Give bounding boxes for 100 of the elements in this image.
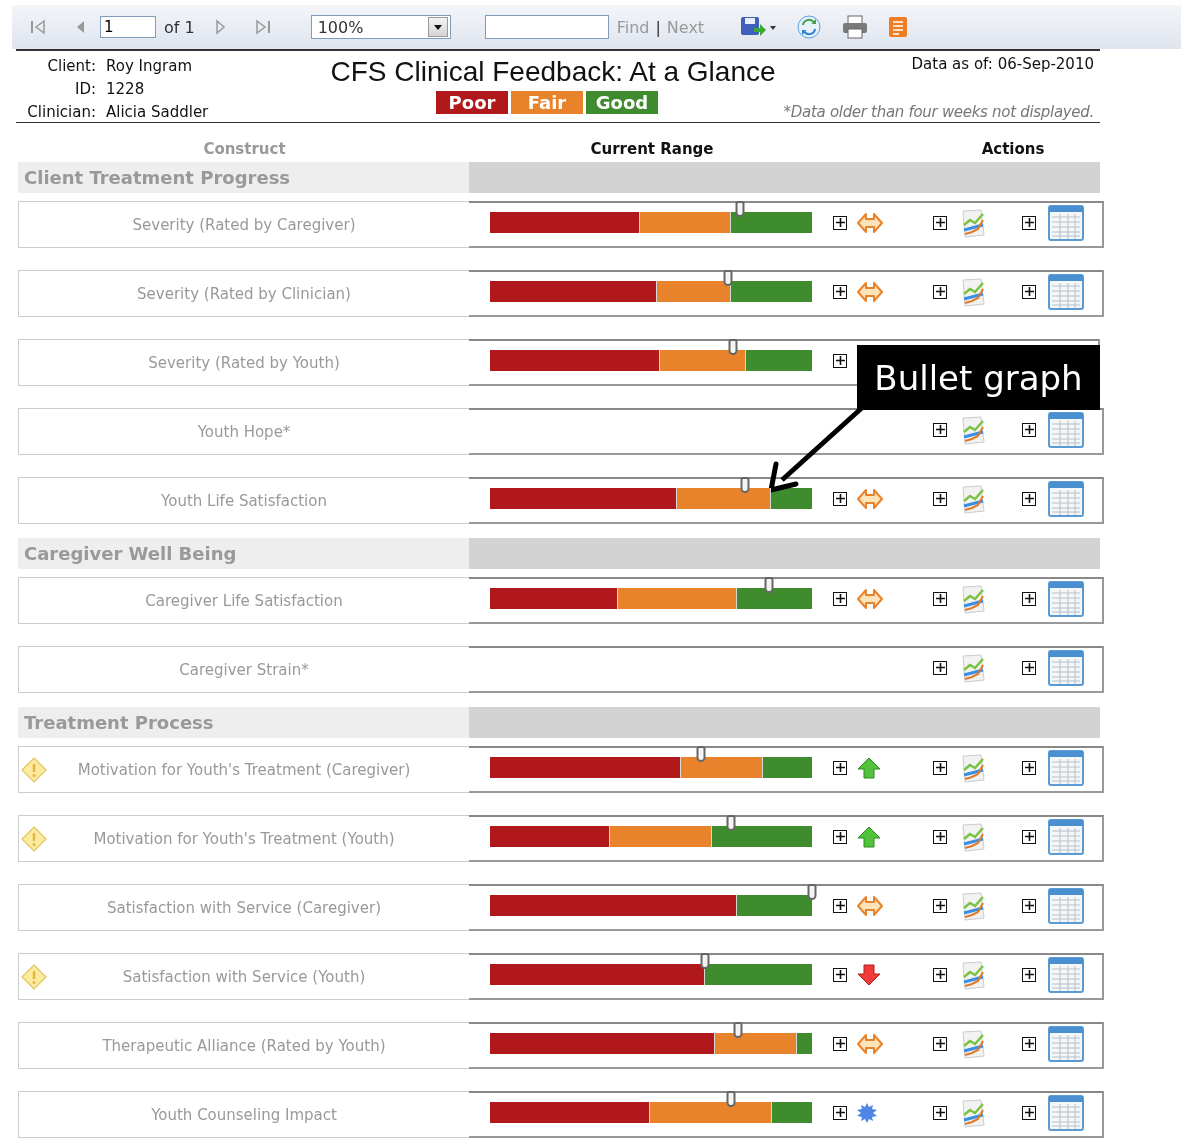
expand-toggle[interactable]: [933, 898, 947, 913]
table-icon[interactable]: [1048, 411, 1084, 448]
field-label: Clinician:: [26, 102, 96, 123]
construct-name: Severity (Rated by Caregiver): [131, 215, 357, 234]
chart-icon[interactable]: [959, 821, 987, 852]
expand-toggle[interactable]: [1022, 898, 1036, 913]
double-arrow-icon: [857, 280, 883, 303]
expand-toggle[interactable]: [1022, 1105, 1036, 1120]
expand-toggle[interactable]: [1022, 591, 1036, 606]
chart-icon[interactable]: [959, 890, 987, 921]
legend-chip: Poor: [436, 91, 508, 114]
construct-name: Therapeutic Alliance (Rated by Youth): [101, 1036, 387, 1055]
table-icon[interactable]: [1048, 956, 1084, 993]
expand-toggle[interactable]: [833, 215, 847, 230]
expand-toggle[interactable]: [933, 760, 947, 775]
page-field[interactable]: 1: [100, 16, 156, 38]
table-icon[interactable]: [1048, 580, 1084, 617]
construct-name: Caregiver Life Satisfaction: [144, 591, 344, 610]
field-value: Alicia Saddler: [106, 102, 210, 123]
expand-toggle[interactable]: [1022, 491, 1036, 506]
expand-toggle[interactable]: [1022, 1036, 1036, 1051]
table-icon[interactable]: [1048, 273, 1084, 310]
expand-toggle[interactable]: [833, 760, 847, 775]
data-date: Data as of: 06-Sep-2010: [911, 55, 1094, 73]
construct-name: Youth Life Satisfaction: [160, 491, 328, 510]
starburst-icon: [857, 1102, 877, 1123]
table-icon[interactable]: [1048, 649, 1084, 686]
table-icon[interactable]: [1048, 1094, 1084, 1131]
section-title: Treatment Process: [18, 707, 469, 738]
refresh-icon[interactable]: [796, 17, 823, 37]
expand-toggle[interactable]: [1022, 829, 1036, 844]
construct-name: Motivation for Youth's Treatment (Youth): [92, 829, 396, 848]
table-icon[interactable]: [1048, 1025, 1084, 1062]
column-header: Current Range: [589, 139, 715, 160]
callout-label: Bullet graph: [857, 345, 1100, 410]
expand-toggle[interactable]: [1022, 422, 1036, 437]
down-arrow-icon: [857, 963, 881, 986]
chart-icon[interactable]: [959, 583, 987, 614]
table-icon[interactable]: [1048, 480, 1084, 517]
construct-name: Satisfaction with Service (Youth): [121, 967, 367, 986]
expand-toggle[interactable]: [933, 829, 947, 844]
table-icon[interactable]: [1048, 818, 1084, 855]
expand-toggle[interactable]: [933, 215, 947, 230]
expand-toggle[interactable]: [833, 491, 847, 506]
expand-toggle[interactable]: [833, 898, 847, 913]
expand-toggle[interactable]: [933, 491, 947, 506]
legend-chip: Good: [586, 91, 658, 114]
chart-icon[interactable]: [959, 959, 987, 990]
expand-toggle[interactable]: [933, 1105, 947, 1120]
expand-toggle[interactable]: [833, 284, 847, 299]
column-header: Actions: [980, 139, 1046, 160]
construct-name: Severity (Rated by Youth): [147, 353, 341, 372]
chart-icon[interactable]: [959, 652, 987, 683]
double-arrow-icon: [857, 487, 883, 510]
expand-toggle[interactable]: [933, 660, 947, 675]
expand-toggle[interactable]: [1022, 967, 1036, 982]
construct-name: Severity (Rated by Clinician): [136, 284, 352, 303]
print-icon[interactable]: [842, 17, 869, 37]
chart-icon[interactable]: [959, 752, 987, 783]
field-label: Client:: [46, 56, 96, 77]
table-icon[interactable]: [1048, 749, 1084, 786]
table-icon[interactable]: [1048, 204, 1084, 241]
double-arrow-icon: [857, 587, 883, 610]
double-arrow-icon: [857, 211, 883, 234]
chart-icon[interactable]: [959, 276, 987, 307]
field-value: 1228: [106, 79, 146, 100]
chart-icon[interactable]: [959, 483, 987, 514]
expand-toggle[interactable]: [933, 284, 947, 299]
expand-toggle[interactable]: [833, 1105, 847, 1120]
dropdown-caret-icon[interactable]: [427, 17, 448, 37]
expand-toggle[interactable]: [1022, 760, 1036, 775]
section-title: Client Treatment Progress: [18, 162, 469, 193]
table-icon[interactable]: [1048, 887, 1084, 924]
up-arrow-icon: [857, 756, 881, 779]
chart-icon[interactable]: [959, 1028, 987, 1059]
page-count: of 1: [164, 17, 195, 37]
expand-toggle[interactable]: [833, 1036, 847, 1051]
chart-icon[interactable]: [959, 414, 987, 445]
expand-toggle[interactable]: [933, 1036, 947, 1051]
chart-icon[interactable]: [959, 1097, 987, 1128]
construct-name: Satisfaction with Service (Caregiver): [106, 898, 382, 917]
construct-name: Caregiver Strain*: [178, 660, 310, 679]
expand-toggle[interactable]: [833, 829, 847, 844]
construct-name: Youth Counseling Impact: [150, 1105, 338, 1124]
expand-toggle[interactable]: [1022, 284, 1036, 299]
expand-toggle[interactable]: [933, 422, 947, 437]
save-icon[interactable]: [740, 17, 777, 37]
expand-toggle[interactable]: [933, 967, 947, 982]
zoom-select[interactable]: 100%: [310, 15, 451, 39]
expand-toggle[interactable]: [833, 591, 847, 606]
double-arrow-icon: [857, 894, 883, 917]
expand-toggle[interactable]: [1022, 660, 1036, 675]
expand-toggle[interactable]: [833, 967, 847, 982]
report-title: CFS Clinical Feedback: At a Glance: [330, 56, 776, 88]
chart-icon[interactable]: [959, 207, 987, 238]
find-field[interactable]: [484, 15, 609, 39]
expand-toggle[interactable]: [1022, 215, 1036, 230]
expand-toggle[interactable]: [933, 591, 947, 606]
double-arrow-icon: [857, 1032, 883, 1055]
expand-toggle[interactable]: [833, 353, 847, 368]
